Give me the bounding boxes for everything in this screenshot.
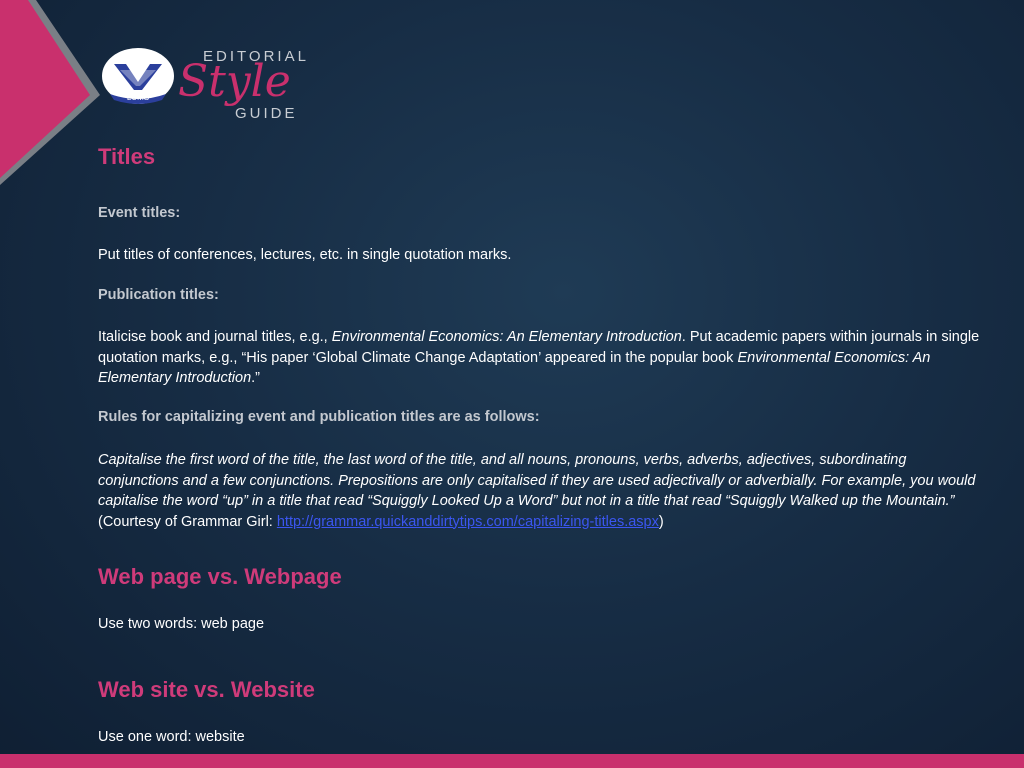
text-website: Use one word: website — [98, 729, 245, 745]
label-publication-titles: Publication titles: — [98, 287, 219, 303]
text-publication-titles: Italicise book and journal titles, e.g.,… — [98, 327, 991, 389]
label-capitalization-rules: Rules for capitalizing event and publica… — [98, 409, 540, 425]
logo-guide-text: Guide — [235, 98, 298, 123]
rules-italic: Capitalise the first word of the title, … — [98, 452, 976, 509]
heading-website: Web site vs. Website — [98, 677, 315, 702]
heading-titles: Titles — [98, 144, 156, 169]
rules-close: ) — [658, 513, 664, 530]
text-web-page: Use two words: web page — [98, 616, 265, 632]
heading-web-page: Web page vs. Webpage — [98, 564, 342, 589]
pub-text-3: .” — [251, 370, 260, 386]
bottom-accent-bar — [0, 754, 1024, 768]
editorial-style-guide-logo: LUMS Editorial Style Guide — [100, 38, 350, 128]
seal-text: LUMS — [127, 93, 149, 102]
rules-courtesy: (Courtesy of Grammar Girl: — [98, 513, 277, 530]
corner-decoration — [0, 0, 100, 185]
label-event-titles: Event titles: — [98, 205, 181, 221]
text-capitalization-rules: Capitalise the first word of the title, … — [98, 450, 991, 532]
grammar-girl-link[interactable]: http://grammar.quickanddirtytips.com/cap… — [277, 514, 659, 530]
lums-seal-icon: LUMS — [102, 48, 174, 104]
pub-text-1: Italicise book and journal titles, e.g., — [98, 329, 332, 345]
pub-italic-1: Environmental Economics: An Elementary I… — [331, 329, 682, 345]
text-event-titles: Put titles of conferences, lectures, etc… — [98, 247, 512, 263]
